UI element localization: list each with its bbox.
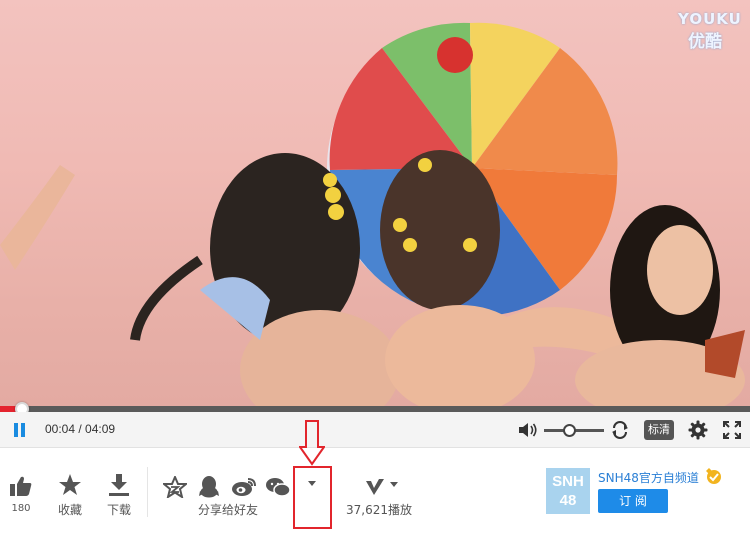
quality-button[interactable]: 标清 (644, 420, 674, 440)
thumbs-up-icon (10, 476, 32, 496)
download-button[interactable]: 下载 (103, 473, 135, 518)
like-button[interactable]: 180 (5, 475, 37, 514)
video-frame[interactable]: YOUKU 优酷 (0, 0, 750, 408)
qzone-star-icon[interactable] (163, 476, 187, 498)
pause-icon[interactable] (13, 423, 27, 437)
play-count: 37,621播放 (346, 503, 412, 517)
share-label[interactable]: 分享给好友 (198, 501, 258, 518)
favorite-label: 收藏 (57, 503, 82, 517)
download-label: 下载 (106, 503, 131, 517)
arm-left-edge (0, 165, 75, 270)
channel-name-link[interactable]: SNH48官方自频道 (598, 469, 699, 486)
divider (147, 467, 148, 517)
star-icon (59, 474, 81, 495)
weibo-icon[interactable] (231, 477, 257, 497)
time-display: 00:04 / 04:09 (45, 422, 116, 436)
youku-watermark: YOUKU 优酷 (678, 10, 742, 52)
volume-knob[interactable] (563, 424, 577, 437)
player-controls: 00:04 / 04:09 标清 (0, 412, 750, 448)
watermark-line2: 优酷 (688, 32, 722, 52)
verified-badge-icon (706, 468, 721, 484)
annotation-arrow (299, 420, 325, 466)
subscribe-button[interactable]: 订 阅 (598, 489, 668, 513)
annotation-box (293, 466, 332, 529)
repeat-icon[interactable] (610, 421, 630, 439)
qq-penguin-icon[interactable] (199, 475, 219, 499)
v-logo-icon[interactable] (364, 477, 400, 497)
fullscreen-icon[interactable] (723, 421, 741, 439)
watermark-line1: YOUKU (678, 10, 742, 28)
volume-slider[interactable] (544, 424, 604, 437)
like-count: 180 (11, 503, 31, 514)
favorite-button[interactable]: 收藏 (54, 473, 86, 518)
settings-icon[interactable] (688, 420, 708, 440)
video-scene (0, 22, 745, 408)
action-bar: 180 收藏 下载 分享给好友 37,621播放 SNH48 SNH48官方自频… (0, 449, 750, 545)
download-icon (109, 474, 129, 496)
channel-logo-text: SNH48 (552, 473, 584, 509)
wechat-icon[interactable] (265, 477, 291, 497)
volume-icon[interactable] (518, 422, 538, 438)
channel-avatar[interactable]: SNH48 (546, 468, 590, 514)
